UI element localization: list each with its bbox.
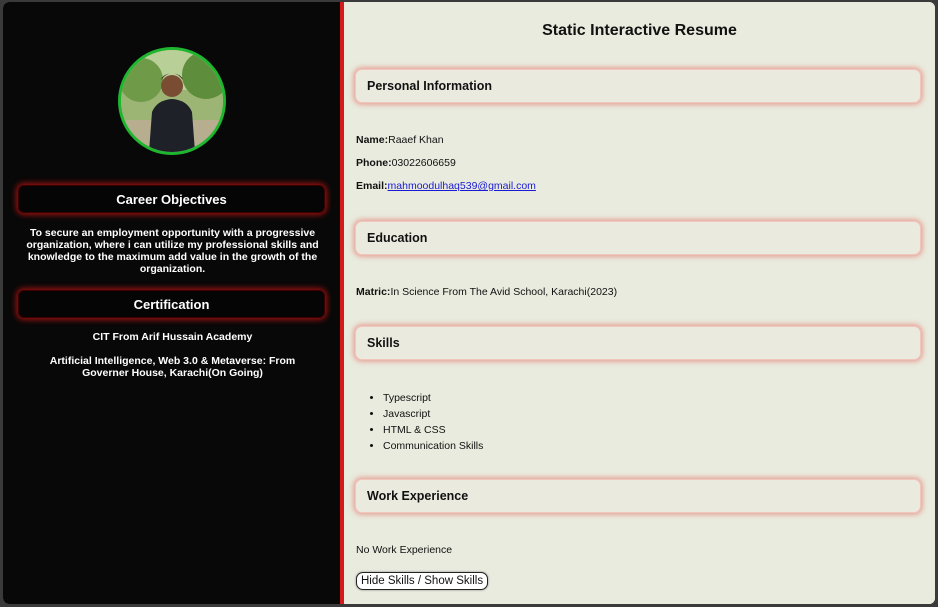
career-objectives-heading: Career Objectives	[18, 185, 325, 213]
profile-photo	[118, 47, 226, 155]
sidebar: Career Objectives To secure an employmen…	[3, 2, 340, 604]
skills-heading: Skills	[355, 326, 921, 360]
email-link[interactable]: mahmoodulhaq539@gmail.com	[388, 180, 536, 192]
career-objectives-text: To secure an employment opportunity with…	[26, 227, 319, 275]
skill-item: Typescript	[383, 390, 483, 406]
skill-item: HTML & CSS	[383, 422, 483, 438]
toggle-skills-button[interactable]: Hide Skills / Show Skills	[356, 572, 489, 590]
education-label: Matric:	[356, 286, 391, 298]
name-label: Name:	[356, 134, 389, 146]
phone-label: Phone:	[356, 157, 392, 169]
main-content: Static Interactive Resume Personal Infor…	[344, 2, 935, 604]
personal-information-heading: Personal Information	[355, 69, 921, 103]
skill-item: Javascript	[383, 406, 483, 422]
certification-item: CIT From Arif Hussain Academy	[92, 331, 253, 343]
phone-line: Phone:03022606659	[356, 157, 456, 169]
email-label: Email:	[356, 180, 388, 192]
resume-window: Career Objectives To secure an employmen…	[3, 2, 935, 604]
skill-item: Communication Skills	[383, 438, 483, 454]
name-line: Name:Raaef Khan	[356, 134, 444, 146]
work-experience-text: No Work Experience	[356, 544, 453, 556]
education-heading: Education	[355, 221, 921, 255]
phone-value: 03022606659	[391, 157, 456, 169]
certification-item: Artificial Intelligence, Web 3.0 & Metav…	[49, 355, 296, 379]
page-title: Static Interactive Resume	[542, 22, 737, 39]
certification-heading: Certification	[18, 290, 325, 318]
name-value: Raaef Khan	[388, 134, 444, 146]
education-line: Matric:In Science From The Avid School, …	[356, 286, 617, 298]
work-experience-heading: Work Experience	[355, 479, 921, 513]
email-line: Email:mahmoodulhaq539@gmail.com	[356, 180, 536, 192]
skills-list: Typescript Javascript HTML & CSS Communi…	[356, 390, 483, 454]
education-value: In Science From The Avid School, Karachi…	[390, 286, 618, 298]
